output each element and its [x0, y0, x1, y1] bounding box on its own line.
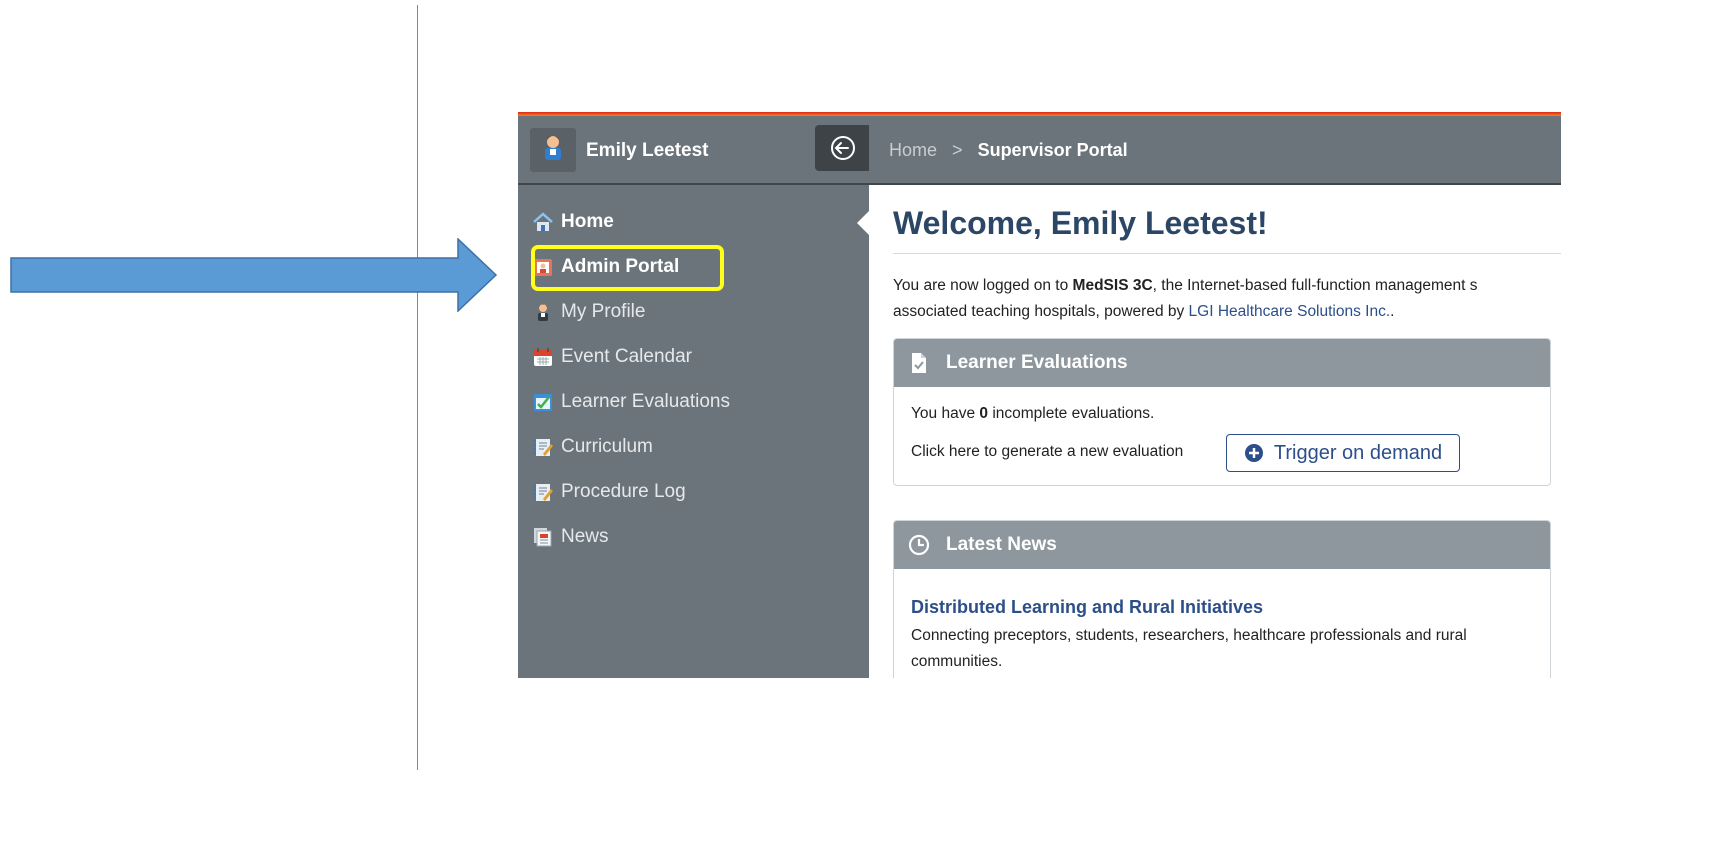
sidebar-item-curriculum[interactable]: Curriculum — [532, 432, 653, 462]
sidebar-item-news[interactable]: News — [532, 522, 609, 552]
sidebar-item-home[interactable]: Home — [532, 207, 614, 237]
company-link[interactable]: LGI Healthcare Solutions Inc. — [1189, 303, 1391, 320]
calendar-icon — [534, 348, 552, 366]
incomplete-count: 0 — [979, 405, 989, 422]
sidebar-item-label: Home — [561, 211, 614, 232]
admin-portal-highlight-box — [531, 245, 724, 291]
main-content: Welcome, Emily Leetest! You are now logg… — [869, 185, 1561, 678]
back-arrow-circle-icon — [831, 136, 855, 160]
sidebar-item-procedure-log[interactable]: Procedure Log — [532, 477, 686, 507]
user-icon — [545, 136, 561, 160]
sidebar-item-event-calendar[interactable]: Event Calendar — [532, 342, 692, 372]
sidebar-item-label: News — [561, 526, 609, 547]
intro-text-part: associated teaching hospitals, powered b… — [893, 303, 1189, 320]
document-check-icon — [912, 353, 926, 373]
text-part: You have — [911, 405, 980, 422]
breadcrumb-home-link[interactable]: Home — [889, 140, 937, 160]
page-title: Welcome, Emily Leetest! — [893, 205, 1268, 241]
pointer-arrow-icon — [10, 238, 498, 312]
user-name[interactable]: Emily Leetest — [586, 140, 709, 162]
sidebar-item-learner-evaluations[interactable]: Learner Evaluations — [532, 387, 730, 417]
intro-text: You are now logged on to MedSIS 3C, the … — [893, 273, 1561, 325]
active-item-caret — [857, 211, 869, 235]
breadcrumb-current: Supervisor Portal — [977, 140, 1128, 160]
sidebar-item-label: Curriculum — [561, 436, 653, 457]
procedure-log-icon — [534, 484, 553, 501]
panel-title: Learner Evaluations — [946, 352, 1128, 373]
intro-text-part: . — [1390, 303, 1395, 320]
sidebar-item-label: My Profile — [561, 301, 646, 322]
sidebar: Home Admin Portal My Profile Event Calen… — [518, 185, 869, 678]
news-icon — [534, 528, 552, 547]
title-divider — [893, 253, 1561, 254]
generate-evaluation-text: Click here to generate a new evaluation — [911, 443, 1184, 460]
breadcrumb: Home > Supervisor Portal — [889, 140, 1128, 161]
panel-header: Learner Evaluations — [894, 339, 1550, 387]
button-label: Trigger on demand — [1273, 441, 1443, 464]
panel-header: Latest News — [894, 521, 1550, 569]
text-part: incomplete evaluations. — [988, 405, 1155, 422]
latest-news-panel: Latest News Distributed Learning and Rur… — [893, 520, 1551, 678]
news-item-description: Connecting preceptors, students, researc… — [911, 627, 1467, 670]
product-name: MedSIS 3C — [1072, 277, 1153, 294]
vertical-guide-line — [417, 5, 418, 770]
curriculum-icon — [534, 439, 553, 456]
incomplete-evaluations-text: You have 0 incomplete evaluations. — [911, 405, 1154, 423]
user-block[interactable]: Emily Leetest — [518, 116, 869, 183]
plus-circle-icon — [1244, 444, 1263, 462]
learner-evaluations-panel: Learner Evaluations You have 0 incomplet… — [893, 338, 1551, 486]
sidebar-item-label: Event Calendar — [561, 346, 692, 367]
sidebar-item-my-profile[interactable]: My Profile — [532, 297, 645, 327]
app-header: Emily Leetest Home > Supervisor Portal — [518, 116, 1561, 185]
news-item-title-link[interactable]: Distributed Learning and Rural Initiativ… — [911, 597, 1263, 618]
panel-title: Latest News — [946, 534, 1057, 555]
sidebar-item-label: Procedure Log — [561, 481, 686, 502]
evaluations-icon — [534, 394, 552, 411]
clock-icon — [908, 534, 930, 556]
sidebar-toggle-button[interactable] — [815, 125, 869, 171]
trigger-on-demand-button[interactable]: Trigger on demand — [1226, 434, 1460, 472]
profile-icon — [538, 304, 548, 321]
breadcrumb-separator: > — [952, 140, 963, 160]
medsis-app-window: Emily Leetest Home > Supervisor Portal H… — [518, 112, 1561, 678]
intro-text-part: , the Internet-based full-function manag… — [1152, 277, 1478, 294]
home-icon — [533, 212, 553, 231]
intro-text-part: You are now logged on to — [893, 277, 1073, 294]
sidebar-item-label: Learner Evaluations — [561, 391, 730, 412]
user-avatar[interactable] — [530, 128, 576, 172]
